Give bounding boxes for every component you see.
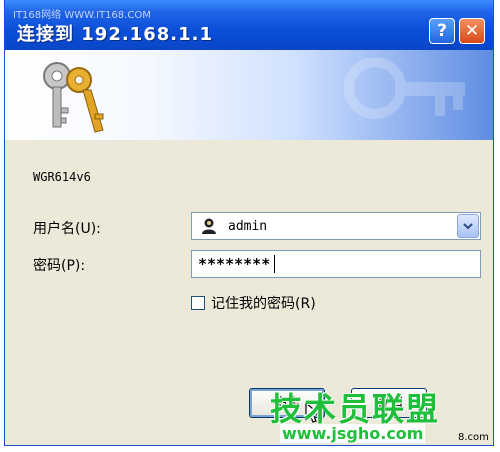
username-combobox[interactable]: admin — [191, 212, 481, 240]
remember-checkbox[interactable] — [191, 296, 205, 310]
help-button[interactable]: ? — [429, 18, 455, 44]
password-value[interactable]: ******** — [198, 255, 270, 273]
remember-label[interactable]: 记住我的密码(R) — [211, 293, 316, 313]
user-icon — [202, 218, 216, 234]
chevron-down-icon — [463, 223, 473, 230]
keys-icon — [43, 62, 104, 133]
server-name: WGR614v6 — [33, 170, 91, 184]
side-watermark: 8.com — [458, 432, 489, 443]
password-label: 密码(P): — [33, 258, 86, 274]
text-caret — [274, 255, 275, 273]
dialog-title: 连接到 192.168.1.1 — [17, 24, 213, 45]
url-watermark: www.jsgho.com — [280, 424, 426, 443]
username-label: 用户名(U): — [33, 221, 101, 237]
password-field[interactable]: ******** — [191, 250, 481, 278]
top-watermark: IT168网络 WWW.IT168.COM — [13, 10, 151, 21]
username-value[interactable]: admin — [228, 219, 267, 234]
remember-password[interactable]: 记住我的密码(R) — [191, 292, 316, 314]
login-dialog: IT168网络 WWW.IT168.COM 连接到 192.168.1.1 ? … — [4, 0, 494, 446]
title-bar[interactable]: IT168网络 WWW.IT168.COM 连接到 192.168.1.1 ? … — [5, 0, 493, 50]
banner — [5, 50, 493, 140]
watermark-key-icon — [344, 58, 465, 119]
close-button[interactable]: ✕ — [459, 18, 485, 44]
dropdown-button[interactable] — [457, 214, 479, 238]
